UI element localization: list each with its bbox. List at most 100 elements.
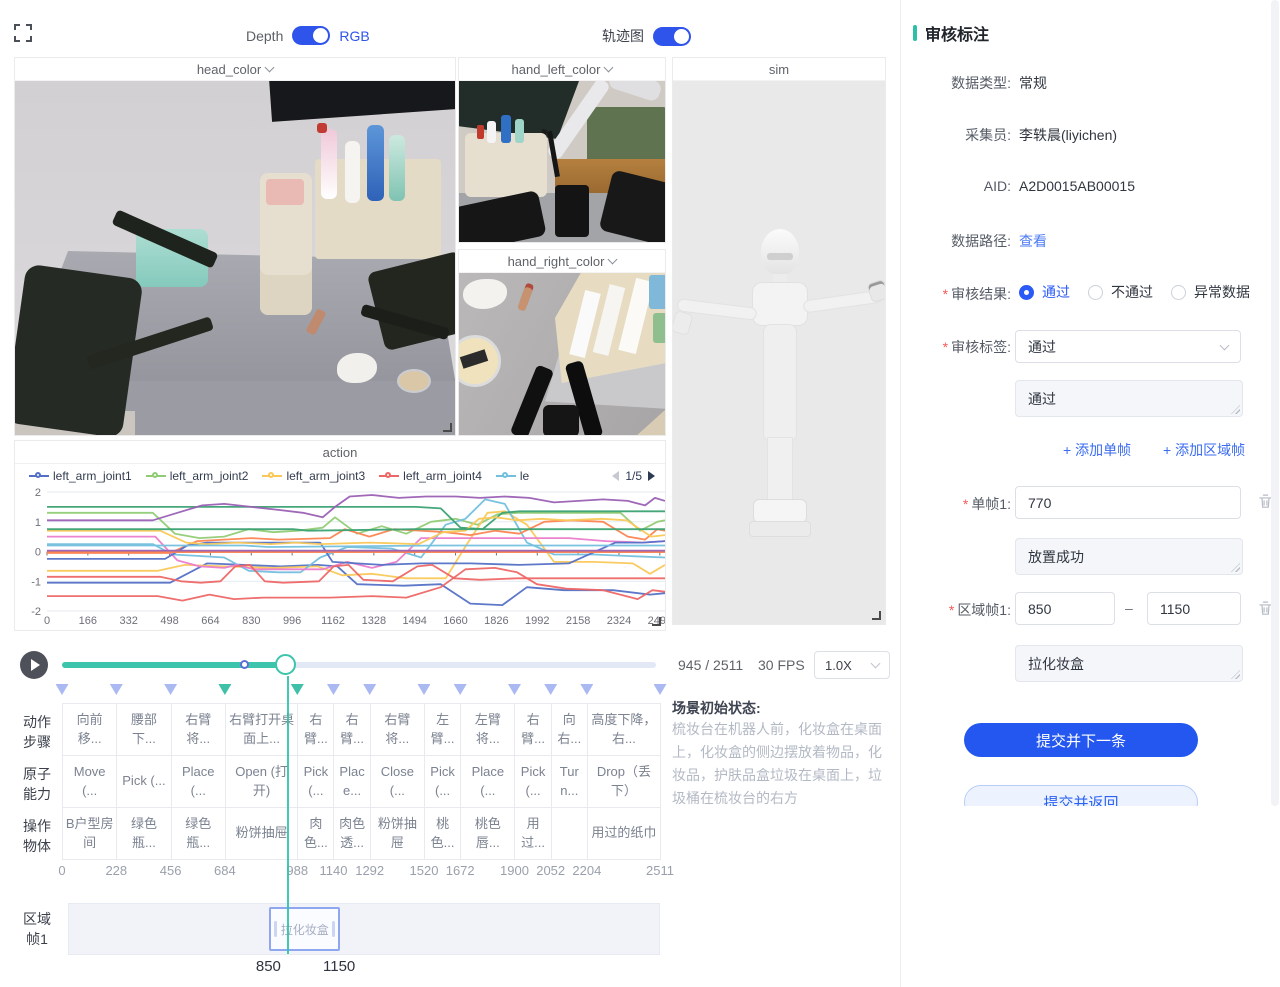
segment-marker-1292[interactable] (363, 684, 376, 695)
head-camera-header[interactable]: head_color (15, 58, 455, 81)
segment-marker-228[interactable] (110, 684, 123, 695)
add-region-frame-link[interactable]: + 添加区域帧 (1163, 440, 1245, 460)
region-right-handle[interactable] (332, 921, 335, 937)
sim-panel: sim (672, 57, 886, 625)
depth-rgb-toggle[interactable] (292, 26, 330, 45)
tag-select[interactable]: 通过 (1015, 330, 1241, 363)
aid-value: A2D0015AB00015 (1019, 178, 1135, 194)
svg-text:1660: 1660 (443, 615, 467, 627)
robot-base-shape (749, 521, 811, 537)
sim-viewport[interactable] (673, 81, 885, 624)
frame-axis-label: 2052 (536, 863, 565, 878)
legend-prev-icon[interactable] (612, 471, 619, 481)
region-frame-bar[interactable]: 拉化妆盒 (68, 903, 660, 955)
teal-tube-shape (515, 119, 524, 143)
table-cell: 左臂将... (461, 704, 515, 756)
review-panel: 审核标注 数据类型: 常规 采集员: 李轶晨(liyichen) AID: A2… (900, 0, 1280, 987)
region-end-input[interactable]: 1150 (1147, 592, 1241, 625)
svg-text:1328: 1328 (362, 615, 386, 627)
legend-item-left_arm_joint4[interactable]: left_arm_joint4 (379, 469, 482, 483)
single-frame-input[interactable]: 770 (1015, 486, 1241, 519)
region-note-textarea[interactable]: 拉化妆盒 (1015, 645, 1243, 682)
legend-item-left_arm_joint3[interactable]: left_arm_joint3 (262, 469, 365, 483)
svg-text:2324: 2324 (607, 615, 631, 627)
playback-slider[interactable] (62, 662, 656, 668)
blue-tube-shape (501, 115, 511, 143)
segment-marker-988[interactable] (291, 684, 304, 695)
radio-异常数据[interactable] (1171, 285, 1186, 300)
table-cell: Pick (... (515, 756, 551, 808)
tissue-wad-shape (463, 279, 507, 309)
hand-right-camera-header[interactable]: hand_right_color (459, 250, 665, 273)
radio-通过[interactable] (1019, 285, 1034, 300)
resize-handle-icon[interactable] (872, 611, 881, 620)
single-frame-dot-marker[interactable] (240, 660, 249, 669)
robot-chest-shape (752, 282, 808, 326)
legend-item-left_arm_joint1[interactable]: left_arm_joint1 (29, 469, 132, 483)
resize-grip-icon[interactable] (1231, 563, 1240, 572)
svg-text:0: 0 (35, 547, 41, 559)
resize-grip-icon[interactable] (1231, 405, 1240, 414)
fps-label: 30 FPS (758, 657, 805, 673)
row-label-action-steps: 动作步骤 (14, 712, 60, 753)
segment-marker-2511[interactable] (654, 684, 667, 695)
submit-return-button[interactable]: 提交并返回 (964, 785, 1198, 806)
data-path-link[interactable]: 查看 (1019, 231, 1047, 251)
chevron-down-icon (265, 63, 275, 73)
resize-handle-icon[interactable] (652, 617, 661, 626)
scene-state-title: 场景初始状态: (672, 698, 890, 718)
white-tube-shape (345, 141, 360, 203)
hand-left-camera-header[interactable]: hand_left_color (459, 58, 665, 81)
action-chart-title-bar: action (15, 441, 665, 464)
row-label-atomic-ability: 原子能力 (14, 764, 60, 805)
radio-不通过[interactable] (1088, 285, 1103, 300)
play-button[interactable] (20, 651, 48, 679)
row-label-region-frame: 区域帧1 (14, 909, 60, 950)
hand-right-camera-panel: hand_right_color (458, 249, 666, 436)
chevron-down-icon (604, 63, 614, 73)
region-start-value: 850 (1028, 601, 1051, 617)
scrollbar[interactable] (1271, 0, 1279, 806)
table-cell: Drop（丢下） (588, 756, 661, 808)
resize-handle-icon[interactable] (443, 423, 452, 432)
legend-item-le[interactable]: le (496, 469, 529, 483)
submit-next-button[interactable]: 提交并下一条 (964, 723, 1198, 757)
svg-text:2: 2 (35, 487, 41, 499)
fullscreen-icon[interactable] (14, 24, 32, 42)
speed-select[interactable]: 1.0X (814, 651, 890, 679)
segment-marker-456[interactable] (164, 684, 177, 695)
joint-trajectory-chart[interactable]: 210-1-2016633249866483099611621328149416… (15, 487, 665, 630)
region-start-input[interactable]: 850 (1015, 592, 1115, 625)
segment-marker-684[interactable] (218, 684, 231, 695)
current-frame-line (287, 676, 289, 954)
add-single-frame-link[interactable]: + 添加单帧 (1063, 440, 1131, 460)
frame-axis-label: 1140 (320, 863, 348, 878)
segment-marker-1140[interactable] (327, 684, 340, 695)
tag-note-textarea[interactable]: 通过 (1015, 380, 1243, 417)
chevron-down-icon (608, 255, 618, 265)
slider-handle[interactable] (275, 654, 296, 675)
row-label-object: 操作物体 (14, 816, 60, 857)
region-left-handle[interactable] (274, 921, 277, 937)
legend-item-left_arm_joint2[interactable]: left_arm_joint2 (146, 469, 249, 483)
segment-marker-2052[interactable] (544, 684, 557, 695)
segment-marker-1900[interactable] (508, 684, 521, 695)
radio-label-不通过[interactable]: 不通过 (1111, 282, 1153, 302)
segment-marker-2204[interactable] (580, 684, 593, 695)
table-cell: 桃色唇... (461, 808, 515, 860)
segment-marker-0[interactable] (56, 684, 69, 695)
segment-marker-1672[interactable] (454, 684, 467, 695)
radio-label-通过[interactable]: 通过 (1042, 282, 1070, 302)
segment-marker-1520[interactable] (417, 684, 430, 695)
legend-marker-icon (379, 471, 399, 481)
svg-text:830: 830 (242, 615, 260, 627)
legend-next-icon[interactable] (648, 471, 655, 481)
resize-grip-icon[interactable] (1231, 670, 1240, 679)
single-frame-note-textarea[interactable]: 放置成功 (1015, 538, 1243, 575)
rgb-label: RGB (339, 28, 369, 44)
tissue-wad-shape (337, 353, 377, 383)
robot-elbow-shape (607, 81, 663, 103)
region-segment[interactable]: 拉化妆盒 (269, 907, 340, 951)
radio-label-异常数据[interactable]: 异常数据 (1194, 282, 1250, 302)
trajectory-toggle[interactable] (653, 27, 691, 46)
